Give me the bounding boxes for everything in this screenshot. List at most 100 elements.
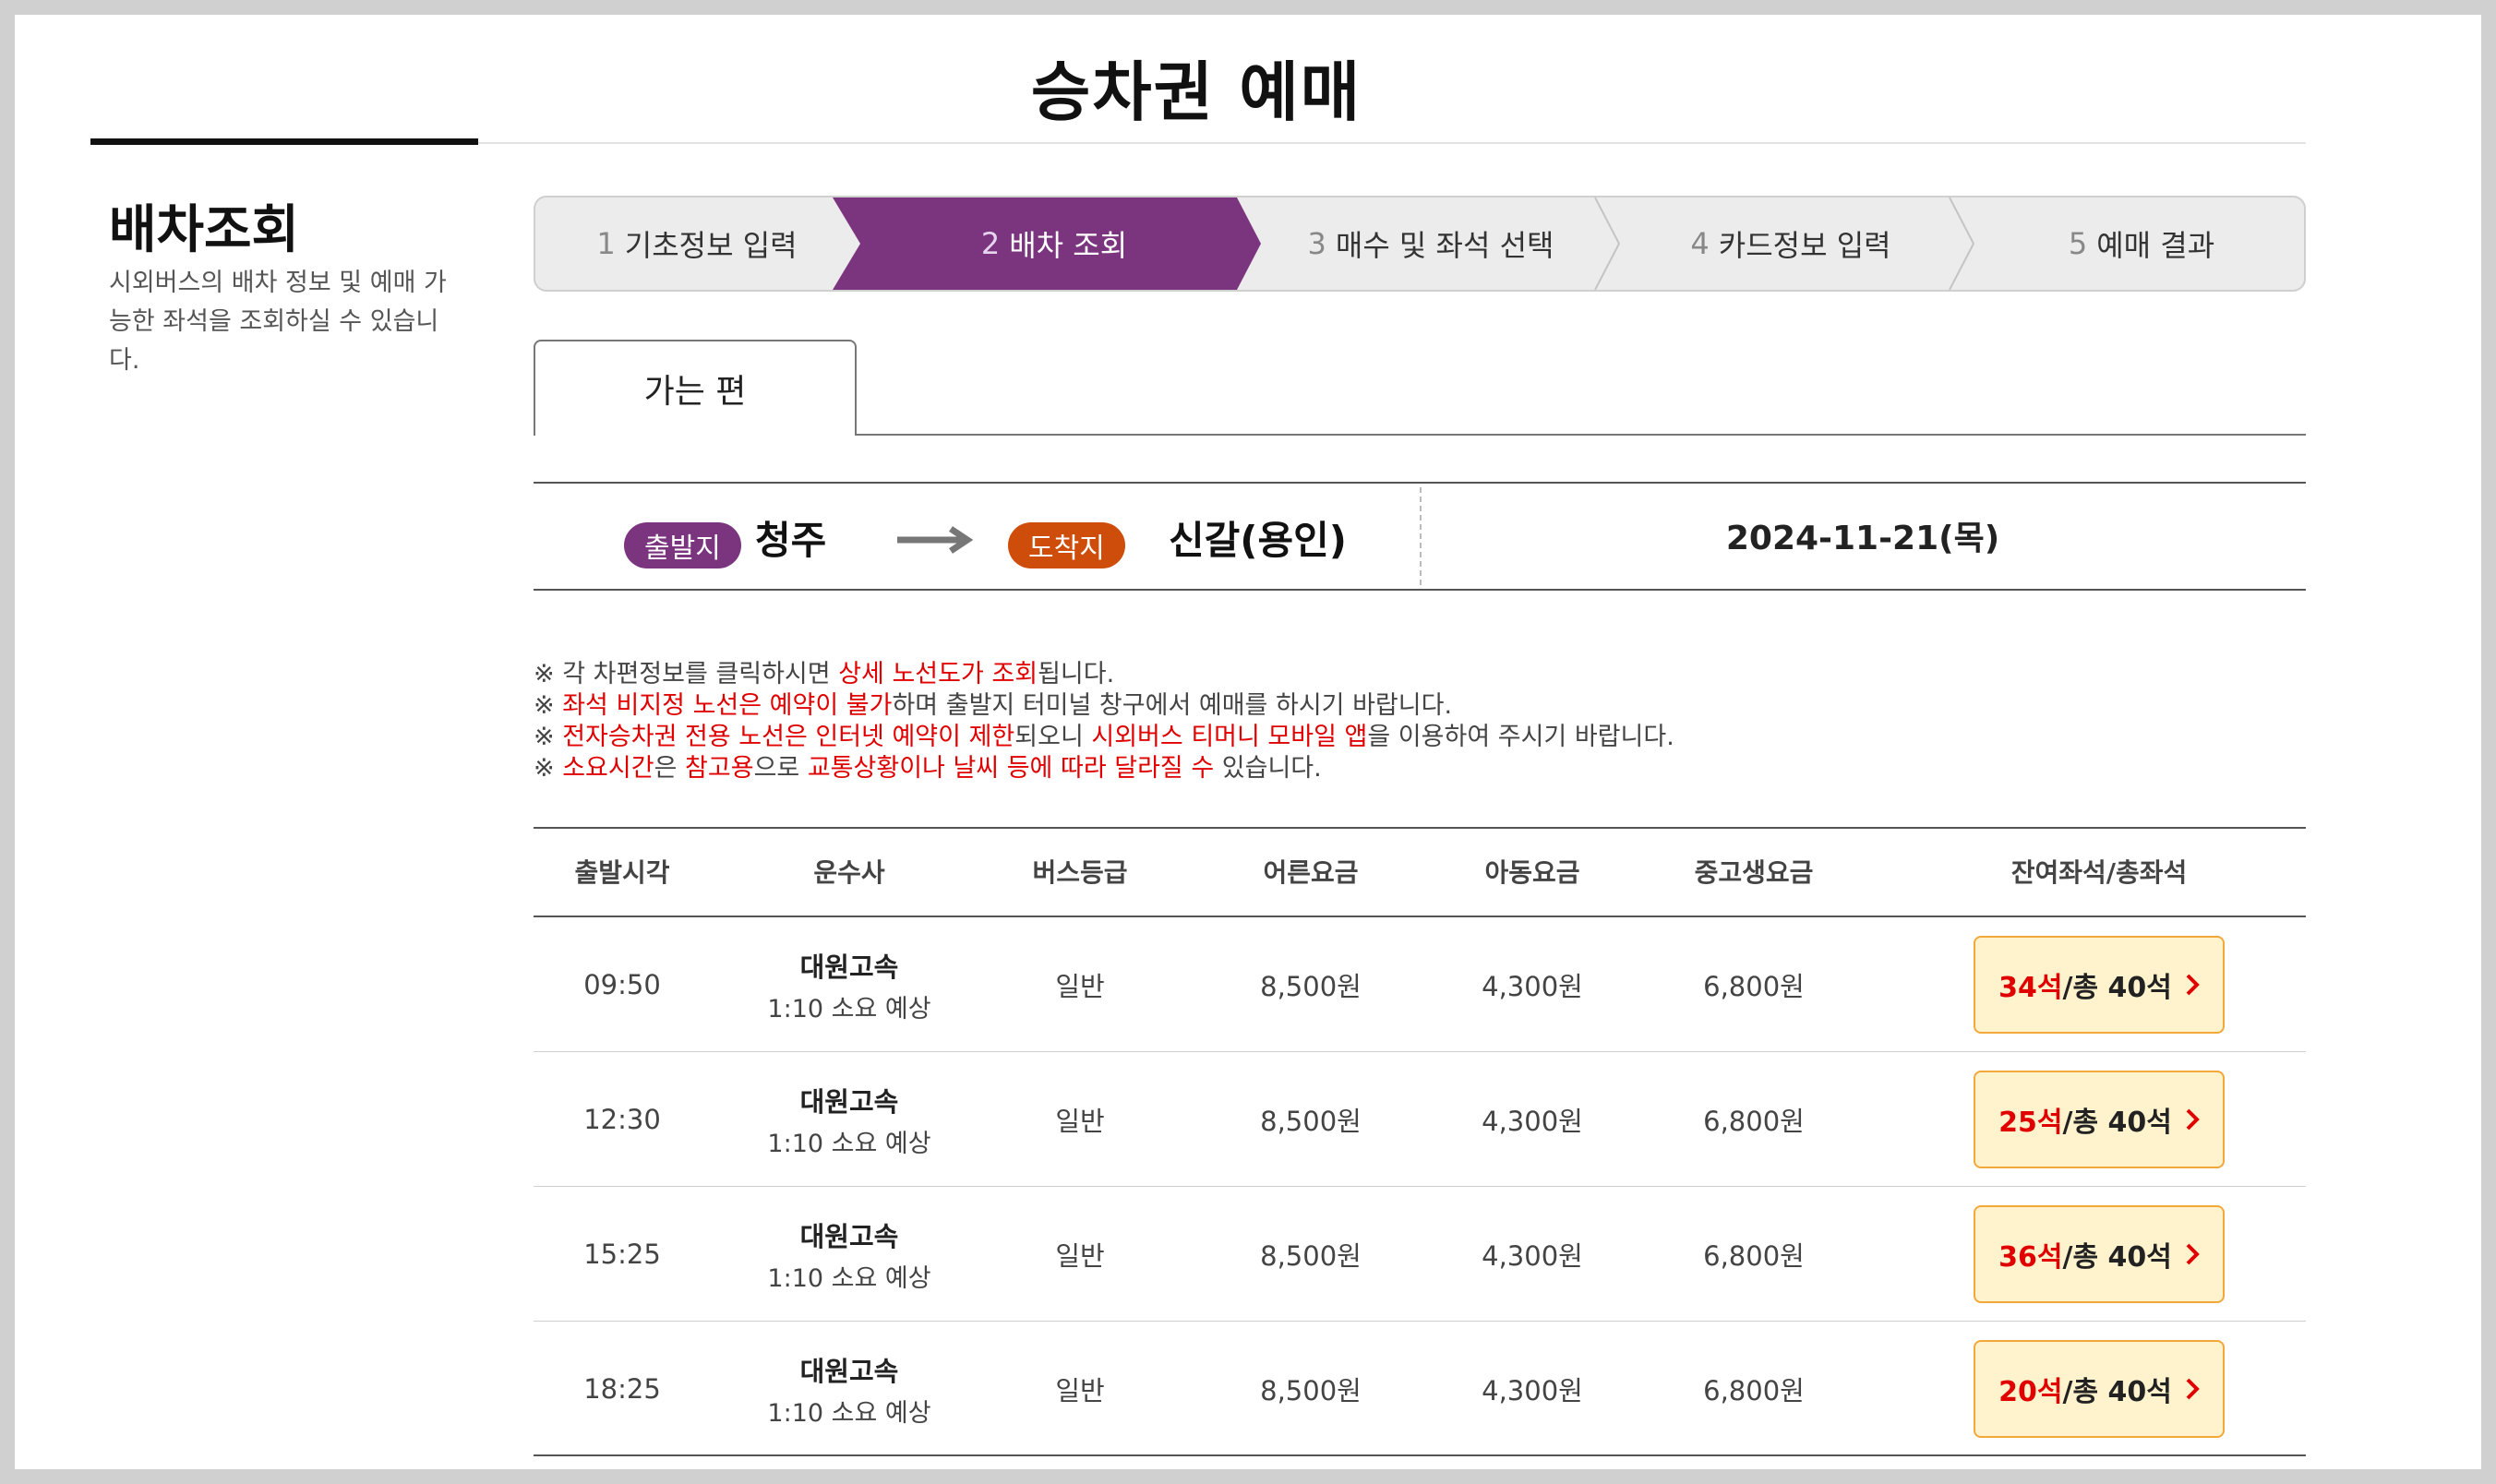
seat-cell: 20석 /총 40석: [1892, 1322, 2306, 1456]
child-fare: 4,300원: [1482, 1240, 1583, 1272]
company-cell: 대원고속 1:10 소요 예상: [711, 1187, 988, 1322]
company-name: 대원고속: [799, 1220, 899, 1252]
child-fare: 4,300원: [1482, 1106, 1583, 1137]
company-cell: 대원고속 1:10 소요 예상: [711, 917, 988, 1052]
table-body: 09:50 대원고속 1:10 소요 예상 일반 8,500원 4,300원 6,800원 3…: [534, 917, 2306, 1456]
total-seats: /총 40석: [2062, 1241, 2172, 1274]
adult-fare: 8,500원: [1260, 1240, 1362, 1272]
student-fare: 6,800원: [1703, 1240, 1805, 1272]
notice-text: 있습니다.: [1214, 754, 1322, 783]
travel-duration: 1:10 소요 예상: [767, 1129, 931, 1158]
step-number: 5: [2068, 226, 2088, 261]
step-label: 카드정보 입력: [1718, 228, 1891, 263]
notice-highlight: 교통상황이나 날씨 등에 따라 달라질 수: [807, 754, 1215, 783]
right-arrow-icon: [897, 526, 974, 554]
bus-grade: 일반: [1055, 1375, 1105, 1406]
adult-fare: 8,500원: [1260, 1375, 1362, 1406]
arrival-badge: 도착지: [1008, 522, 1125, 568]
departure-date: 2024-11-21(목): [1725, 520, 2000, 557]
travel-duration: 1:10 소요 예상: [767, 994, 931, 1023]
step-2: 2 배차 조회: [860, 197, 1248, 290]
company-name: 대원고속: [799, 951, 899, 983]
departure-time: 12:30: [583, 1104, 661, 1135]
header-company: 운수사: [813, 857, 885, 888]
sidebar-description: 시외버스의 배차 정보 및 예매 가능한 좌석을 조회하실 수 있습니다.: [109, 269, 447, 375]
header-seats: 잔여좌석/총좌석: [2010, 857, 2188, 888]
select-seat-button[interactable]: 36석 /총 40석: [1974, 1205, 2225, 1303]
departure-badge: 출발지: [624, 522, 741, 568]
student-fare: 6,800원: [1703, 1106, 1805, 1137]
schedule-table: 출발시각 운수사 버스등급 어른요금 아동요금 중고생요금 잔여좌석/총좌석 0…: [534, 827, 2306, 1456]
step-3: 3 매수 및 좌석 선택: [1255, 197, 1606, 290]
child-fare: 4,300원: [1482, 1375, 1583, 1406]
notice-text: ※ 각 차편정보를 클릭하시면: [534, 660, 839, 688]
step-label: 매수 및 좌석 선택: [1335, 228, 1554, 263]
table-row[interactable]: 09:50 대원고속 1:10 소요 예상 일반 8,500원 4,300원 6,800원 3…: [534, 917, 2306, 1052]
header-child-fare: 아동요금: [1484, 857, 1580, 888]
table-row[interactable]: 12:30 대원고속 1:10 소요 예상 일반 8,500원 4,300원 6,800원 2…: [534, 1052, 2306, 1187]
table-header: 출발시각 운수사 버스등급 어른요금 아동요금 중고생요금 잔여좌석/총좌석: [534, 829, 2306, 917]
seat-cell: 34석 /총 40석: [1892, 917, 2306, 1052]
notice-highlight: 전자승차권 전용 노선은 인터넷 예약이 제한: [562, 723, 1015, 751]
travel-duration: 1:10 소요 예상: [767, 1263, 931, 1293]
arrival-city: 신갈(용인): [1169, 518, 1347, 563]
tab-outbound[interactable]: 가는 편: [534, 340, 857, 436]
notice-line: ※ 소요시간은 참고용으로 교통상황이나 날씨 등에 따라 달라질 수 있습니다…: [534, 753, 2306, 784]
route-summary: 출발지 청주 도착지 신갈(용인) 2024-11-21(목): [534, 482, 2306, 591]
notice-line: ※ 좌석 비지정 노선은 예약이 불가하며 출발지 터미널 창구에서 예매를 하…: [534, 690, 2306, 722]
step-number: 1: [596, 226, 616, 261]
select-seat-button[interactable]: 20석 /총 40석: [1974, 1340, 2225, 1438]
travel-duration: 1:10 소요 예상: [767, 1398, 931, 1428]
step-1: 1 기초정보 입력: [535, 197, 858, 290]
chevron-right-icon: [2186, 1108, 2200, 1131]
company-name: 대원고속: [799, 1085, 899, 1118]
adult-fare: 8,500원: [1260, 971, 1362, 1002]
chevron-right-icon: [2186, 1378, 2200, 1400]
select-seat-button[interactable]: 34석 /총 40석: [1974, 936, 2225, 1034]
remaining-seats: 36석: [1998, 1241, 2063, 1274]
departure-time: 18:25: [583, 1373, 661, 1405]
company-cell: 대원고속 1:10 소요 예상: [711, 1052, 988, 1187]
total-seats: /총 40석: [2062, 1107, 2172, 1139]
notice-text: 은: [654, 754, 686, 783]
student-fare: 6,800원: [1703, 971, 1805, 1002]
remaining-seats: 25석: [1998, 1107, 2063, 1139]
header-bus-grade: 버스등급: [1032, 857, 1128, 888]
step-label: 배차 조회: [1009, 228, 1128, 263]
page-title: 승차권 예매: [1030, 54, 1362, 130]
total-seats: /총 40석: [2062, 1376, 2172, 1408]
adult-fare: 8,500원: [1260, 1106, 1362, 1137]
notice-text: 됩니다.: [1038, 660, 1115, 688]
company-name: 대원고속: [799, 1355, 899, 1387]
notice-highlight: 시외버스 티머니 모바일 앱: [1091, 723, 1368, 751]
chevron-right-icon: [2186, 1243, 2200, 1265]
departure-time: 15:25: [583, 1239, 661, 1270]
chevron-right-icon: [2186, 974, 2200, 996]
notice-highlight: 참고용: [685, 754, 754, 783]
total-seats: /총 40석: [2062, 972, 2172, 1004]
child-fare: 4,300원: [1482, 971, 1583, 1002]
notice-text: 되오니: [1014, 723, 1092, 751]
notice-highlight: 상세 노선도가 조회: [838, 660, 1038, 688]
company-cell: 대원고속 1:10 소요 예상: [711, 1322, 988, 1456]
notice-line: ※ 각 차편정보를 클릭하시면 상세 노선도가 조회됩니다.: [534, 659, 2306, 690]
header-departure-time: 출발시각: [574, 857, 670, 888]
title-divider-accent: [90, 138, 478, 145]
departure-city: 청주: [755, 518, 827, 563]
select-seat-button[interactable]: 25석 /총 40석: [1974, 1071, 2225, 1168]
notice-highlight: 좌석 비지정 노선은 예약이 불가: [562, 691, 893, 720]
notice-text: ※: [534, 691, 563, 720]
seat-cell: 25석 /총 40석: [1892, 1052, 2306, 1187]
step-label: 예매 결과: [2096, 228, 2215, 263]
table-row[interactable]: 15:25 대원고속 1:10 소요 예상 일반 8,500원 4,300원 6,800원 3…: [534, 1187, 2306, 1322]
header-student-fare: 중고생요금: [1694, 857, 1814, 888]
notice-text: 으로: [753, 754, 808, 783]
step-number: 2: [980, 226, 1001, 261]
bus-grade: 일반: [1055, 1106, 1105, 1137]
bus-grade: 일반: [1055, 1240, 1105, 1272]
notice-list: ※ 각 차편정보를 클릭하시면 상세 노선도가 조회됩니다. ※ 좌석 비지정 노…: [534, 659, 2306, 784]
header-adult-fare: 어른요금: [1263, 857, 1359, 888]
remaining-seats: 20석: [1998, 1376, 2063, 1408]
remaining-seats: 34석: [1998, 972, 2063, 1004]
table-row[interactable]: 18:25 대원고속 1:10 소요 예상 일반 8,500원 4,300원 6,800원 2…: [534, 1322, 2306, 1456]
